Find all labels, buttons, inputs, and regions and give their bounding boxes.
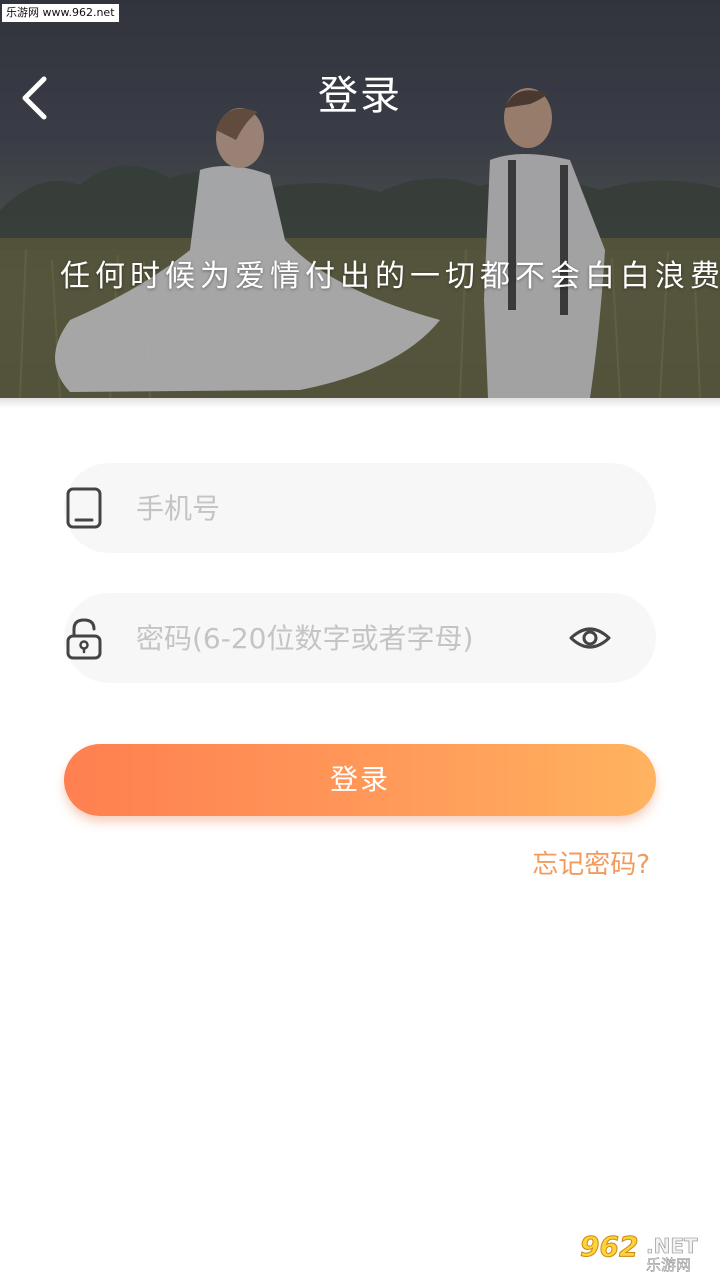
login-button[interactable]: 登录 [64, 744, 656, 816]
watermark-net: .NET [646, 1234, 698, 1259]
chevron-left-icon [22, 76, 47, 120]
wedding-couple-photo [0, 0, 720, 398]
tablet-icon [66, 487, 102, 529]
password-field[interactable] [64, 593, 656, 683]
site-watermark-top: 乐游网 www.962.net [2, 4, 119, 22]
hero-banner: 乐游网 www.962.net 登录 任何时候为爱情付出的一切都不会白白浪费 [0, 0, 720, 398]
watermark-cn: 乐游网 [646, 1256, 692, 1274]
phone-field[interactable] [64, 463, 656, 553]
back-button[interactable] [8, 66, 60, 130]
page-title: 登录 [318, 73, 402, 119]
login-page: 乐游网 www.962.net 登录 任何时候为爱情付出的一切都不会白白浪费 手… [0, 0, 720, 1280]
forgot-password-link[interactable]: 忘记密码? [532, 843, 650, 887]
site-watermark-bottom: 962 .NET 乐游网 [579, 1230, 716, 1276]
hero-divider-shadow [0, 398, 720, 408]
watermark-number: 962 [579, 1230, 639, 1263]
lock-icon [66, 618, 102, 660]
slogan-text: 任何时候为爱情付出的一切都不会白白浪费 [60, 259, 720, 294]
password-input[interactable] [136, 613, 536, 663]
phone-input[interactable] [136, 483, 536, 533]
eye-icon[interactable] [568, 618, 612, 658]
